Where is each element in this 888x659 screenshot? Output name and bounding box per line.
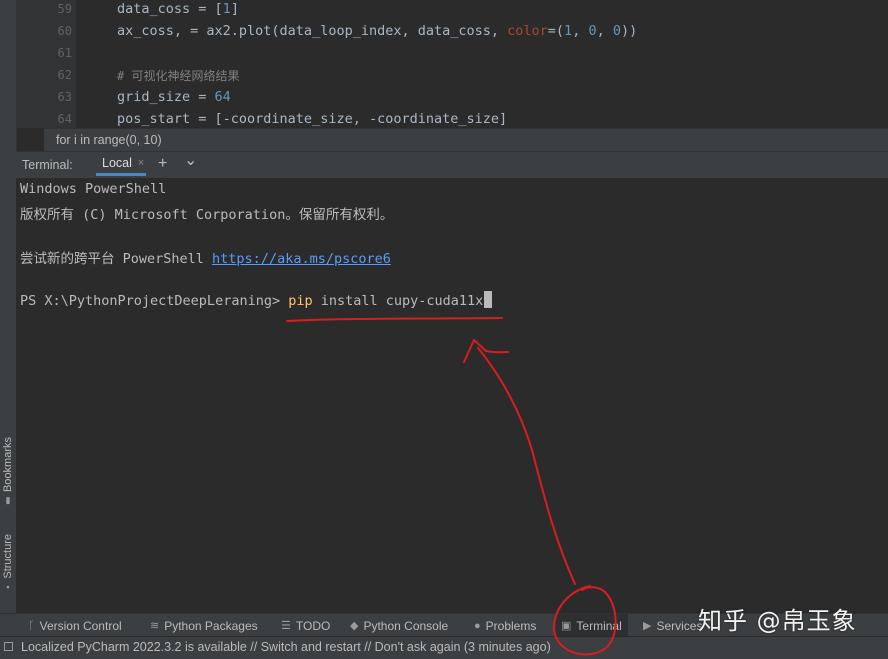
line-number: 63 xyxy=(57,90,72,104)
python-console-tab[interactable]: ◆ Python Console xyxy=(350,614,448,637)
python-icon: ◆ xyxy=(350,620,359,632)
status-bar: Localized PyCharm 2022.3.2 is available … xyxy=(0,636,888,659)
tab-local[interactable]: Local × xyxy=(96,152,146,176)
tab-local-label: Local xyxy=(102,155,132,170)
terminal-output[interactable]: Windows PowerShell 版权所有 (C) Microsoft Co… xyxy=(16,178,888,613)
status-message[interactable]: Localized PyCharm 2022.3.2 is available … xyxy=(21,637,551,658)
close-icon[interactable]: × xyxy=(138,157,144,169)
line-number: 64 xyxy=(57,112,72,126)
line-number: 62 xyxy=(57,68,72,82)
notification-icon[interactable] xyxy=(4,642,13,651)
add-icon[interactable]: + xyxy=(158,155,167,173)
command-name: pip xyxy=(288,293,313,309)
command-args: install cupy-cuda11x xyxy=(312,293,484,309)
terminal-line: 尝试新的跨平台 PowerShell https://aka.ms/pscore… xyxy=(20,251,391,267)
structure-tool[interactable]: Structure ▪ xyxy=(1,534,15,592)
todo-tab[interactable]: ☰ TODO xyxy=(281,614,330,637)
prompt: PS X:\PythonProjectDeepLeraning> xyxy=(20,293,289,309)
code-line: pos_start = [-coordinate_size, -coordina… xyxy=(117,111,508,127)
watermark: 知乎 @帛玉象 xyxy=(698,607,857,635)
breadcrumb[interactable]: for i in range(0, 10) xyxy=(44,128,888,151)
problems-tab[interactable]: ● Problems xyxy=(474,614,536,637)
bookmarks-tool[interactable]: Bookmarks ▮ xyxy=(1,437,15,506)
structure-label: Structure xyxy=(2,534,14,579)
chevron-down-icon[interactable]: ⌄ xyxy=(184,152,197,170)
bookmark-icon: ▮ xyxy=(5,495,11,506)
python-packages-tab[interactable]: ≋ Python Packages xyxy=(150,614,258,637)
terminal-title: Terminal: xyxy=(22,158,73,172)
left-tool-strip: Bookmarks ▮ Structure ▪ xyxy=(0,0,17,636)
pscore6-link[interactable]: https://aka.ms/pscore6 xyxy=(212,251,391,267)
line-number: 60 xyxy=(57,24,72,38)
version-control-tab[interactable]: ᚴ Version Control xyxy=(28,614,122,637)
terminal-tab[interactable]: ▣ Terminal xyxy=(555,614,628,637)
layers-icon: ≋ xyxy=(150,620,160,632)
code-line: grid_size = 64 xyxy=(117,89,231,105)
play-icon: ▶ xyxy=(643,620,652,632)
terminal-prompt-line: PS X:\PythonProjectDeepLeraning> pip ins… xyxy=(20,291,493,309)
line-number: 61 xyxy=(57,46,72,60)
terminal-line: Windows PowerShell xyxy=(20,181,167,197)
bookmarks-label: Bookmarks xyxy=(2,437,14,493)
terminal-header: Terminal: Local × + ⌄ xyxy=(16,151,888,179)
services-tab[interactable]: ▶ Services xyxy=(643,614,702,637)
list-icon: ☰ xyxy=(281,620,291,632)
text-cursor xyxy=(484,291,493,308)
structure-icon: ▪ xyxy=(6,581,10,592)
line-number: 59 xyxy=(57,2,72,16)
code-editor[interactable]: 59 60 61 62 63 64 data_coss = [1] ax_cos… xyxy=(16,0,888,128)
code-line: data_coss = [1] xyxy=(117,1,239,17)
info-icon: ● xyxy=(474,619,481,632)
code-comment: # 可视化神经网络结果 xyxy=(117,69,240,83)
branch-icon: ᚴ xyxy=(28,619,35,632)
terminal-icon: ▣ xyxy=(561,620,572,632)
terminal-line: 版权所有 (C) Microsoft Corporation。保留所有权利。 xyxy=(20,207,394,223)
line-number-gutter: 59 60 61 62 63 64 xyxy=(16,0,76,128)
code-line: ax_coss, = ax2.plot(data_loop_index, dat… xyxy=(117,23,638,39)
